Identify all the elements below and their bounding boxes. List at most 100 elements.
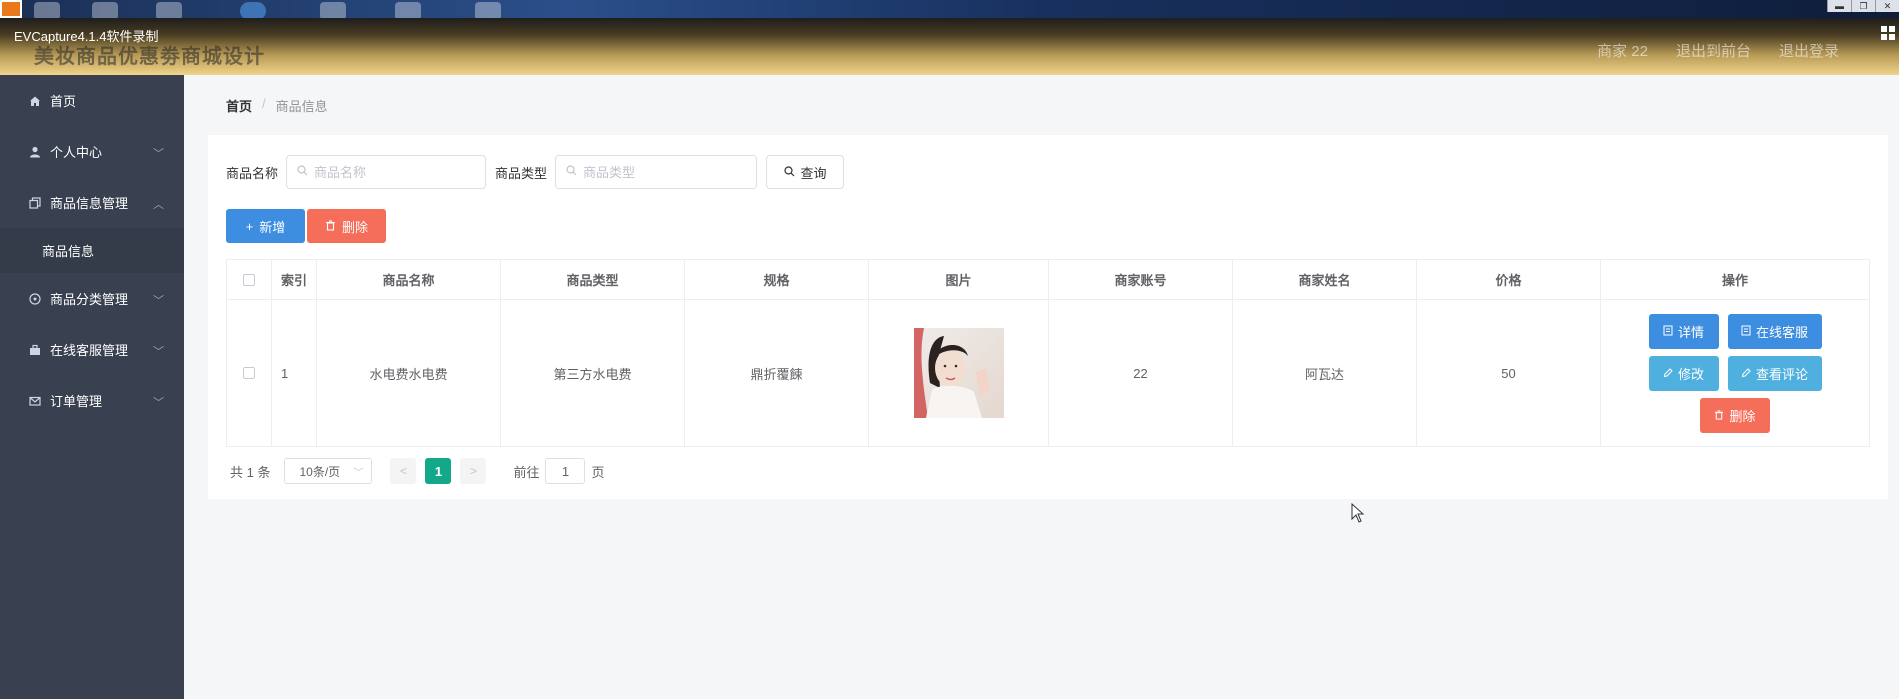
query-button[interactable]: 查询 <box>766 155 845 189</box>
sidebar-item-label: 商品分类管理 <box>50 292 129 307</box>
logout-link[interactable]: 退出登录 <box>1779 40 1839 61</box>
plus-icon: + <box>245 218 254 234</box>
sidebar-item-label: 个人中心 <box>50 145 103 160</box>
cell-product-type: 第三方水电费 <box>501 300 685 446</box>
user-icon <box>28 145 42 159</box>
table-row: 1 水电费水电费 第三方水电费 鼎折覆餗 22 阿瓦达 50 详情 在线客服 修… <box>227 300 1869 446</box>
search-icon <box>783 165 795 180</box>
trash-icon <box>325 219 336 234</box>
view-comments-button[interactable]: 查看评论 <box>1727 355 1822 391</box>
toolbar: + 新增 删除 <box>226 209 386 243</box>
page-size-select[interactable]: 10条/页 ﹀ <box>284 458 373 484</box>
chevron-down-icon: ﹀ <box>153 148 164 160</box>
cell-merchant-name: 阿瓦达 <box>1233 300 1417 446</box>
sidebar-item-label: 首页 <box>50 94 77 109</box>
main-content: 首页 / 商品信息 商品名称 商品类型 <box>184 75 1899 699</box>
chevron-down-icon: ﹀ <box>353 467 364 479</box>
content-panel: 商品名称 商品类型 <box>208 135 1888 499</box>
header-actions: 商家 22 退出到前台 退出登录 <box>1597 40 1839 61</box>
back-to-frontend-link[interactable]: 退出到前台 <box>1676 40 1751 61</box>
edit-icon <box>1741 366 1751 381</box>
sidebar: 首页 个人中心 ﹀ 商品信息管理 ︿ 商品信息 商品分类管理 ﹀ 在线客服管理 … <box>0 75 184 699</box>
row-actions-line: 修改 查看评论 <box>1648 355 1822 391</box>
cell-product-name: 水电费水电费 <box>317 300 501 446</box>
product-type-input[interactable] <box>583 164 744 180</box>
sidebar-item-category-management[interactable]: 商品分类管理 ﹀ <box>0 273 184 324</box>
recorder-title: EVCapture4.1.4软件录制 <box>14 29 159 44</box>
cell-operations: 详情 在线客服 修改 查看评论 删除 <box>1601 300 1869 446</box>
sidebar-item-orders[interactable]: 订单管理 ﹀ <box>0 375 184 426</box>
add-button[interactable]: + 新增 <box>226 209 305 243</box>
column-header: 索引 <box>272 260 317 299</box>
column-header: 商家账号 <box>1049 260 1233 299</box>
search-icon <box>297 165 308 179</box>
page-size-value: 10条/页 <box>299 464 341 479</box>
maximize-icon[interactable]: ❐ <box>1851 0 1875 12</box>
product-name-field <box>286 155 487 189</box>
sidebar-item-home[interactable]: 首页 <box>0 75 184 126</box>
close-icon[interactable]: ✕ <box>1875 0 1899 12</box>
select-all-checkbox[interactable] <box>243 273 255 286</box>
edit-button[interactable]: 修改 <box>1648 355 1719 391</box>
table-header-row: 索引 商品名称 商品类型 规格 图片 商家账号 商家姓名 价格 操作 <box>227 260 1869 300</box>
online-service-button[interactable]: 在线客服 <box>1727 313 1822 349</box>
breadcrumb-separator: / <box>262 96 266 111</box>
edit-icon <box>1663 366 1673 381</box>
column-header: 图片 <box>869 260 1049 299</box>
next-page-button[interactable]: > <box>460 458 487 484</box>
top-header: 美妆商品优惠劵商城设计 EVCapture4.1.4软件录制 商家 22 退出到… <box>0 18 1899 75</box>
sidebar-item-label: 商品信息管理 <box>50 196 129 211</box>
sidebar-item-label: 订单管理 <box>50 394 103 409</box>
detail-button[interactable]: 详情 <box>1648 313 1719 349</box>
row-delete-label: 删除 <box>1729 408 1756 424</box>
row-actions-line: 详情 在线客服 <box>1648 313 1822 349</box>
mail-icon <box>28 394 42 408</box>
product-type-field <box>555 155 758 189</box>
app-window: 美妆商品优惠劵商城设计 EVCapture4.1.4软件录制 商家 22 退出到… <box>0 18 1899 699</box>
minimize-icon[interactable]: ▬ <box>1827 0 1851 12</box>
cell-index: 1 <box>272 300 317 446</box>
window-controls: ▬ ❐ ✕ <box>1827 0 1899 12</box>
compass-icon <box>28 292 42 306</box>
document-icon <box>1741 324 1751 339</box>
pagination-total: 共 1 条 <box>230 464 271 480</box>
product-name-label: 商品名称 <box>226 165 279 181</box>
page-unit-label: 页 <box>591 464 605 480</box>
breadcrumb-home[interactable]: 首页 <box>226 96 252 115</box>
chevron-down-icon: ﹀ <box>153 295 164 307</box>
trash-icon <box>1714 408 1724 423</box>
row-delete-button[interactable]: 删除 <box>1700 397 1770 433</box>
product-image <box>913 328 1004 418</box>
grid-icon[interactable] <box>1881 26 1895 40</box>
breadcrumb: 首页 / 商品信息 <box>226 96 328 115</box>
column-header: 商品名称 <box>317 260 501 299</box>
briefcase-icon <box>28 343 42 357</box>
product-name-input[interactable] <box>314 164 475 180</box>
sidebar-item-profile[interactable]: 个人中心 ﹀ <box>0 126 184 177</box>
sidebar-item-product-management[interactable]: 商品信息管理 ︿ <box>0 177 184 228</box>
column-header: 商家姓名 <box>1233 260 1417 299</box>
goto-page-input[interactable]: 1 <box>545 458 586 484</box>
batch-delete-button[interactable]: 删除 <box>307 209 386 243</box>
search-icon <box>566 165 577 179</box>
view-comments-label: 查看评论 <box>1755 366 1808 382</box>
page-number-current[interactable]: 1 <box>425 458 452 484</box>
add-button-label: 新增 <box>259 219 286 235</box>
column-header: 操作 <box>1721 273 1748 288</box>
prev-page-button[interactable]: < <box>390 458 417 484</box>
breadcrumb-current: 商品信息 <box>275 99 328 114</box>
delete-button-label: 删除 <box>341 219 368 235</box>
edit-button-label: 修改 <box>1677 366 1704 382</box>
column-header: 价格 <box>1417 260 1601 299</box>
online-service-label: 在线客服 <box>1755 324 1808 340</box>
pagination: 共 1 条 10条/页 ﹀ < 1 > 前往 1 页 <box>230 458 605 484</box>
product-type-label: 商品类型 <box>495 165 548 181</box>
chevron-right-icon: > <box>469 464 477 478</box>
copy-icon <box>28 196 42 210</box>
sidebar-item-customer-service[interactable]: 在线客服管理 ﹀ <box>0 324 184 375</box>
sidebar-subitem-product-info[interactable]: 商品信息 <box>0 228 184 273</box>
select-all-cell <box>227 260 272 299</box>
chevron-down-icon: ﹀ <box>153 346 164 358</box>
row-checkbox[interactable] <box>243 367 255 379</box>
cell-price: 50 <box>1417 300 1601 446</box>
